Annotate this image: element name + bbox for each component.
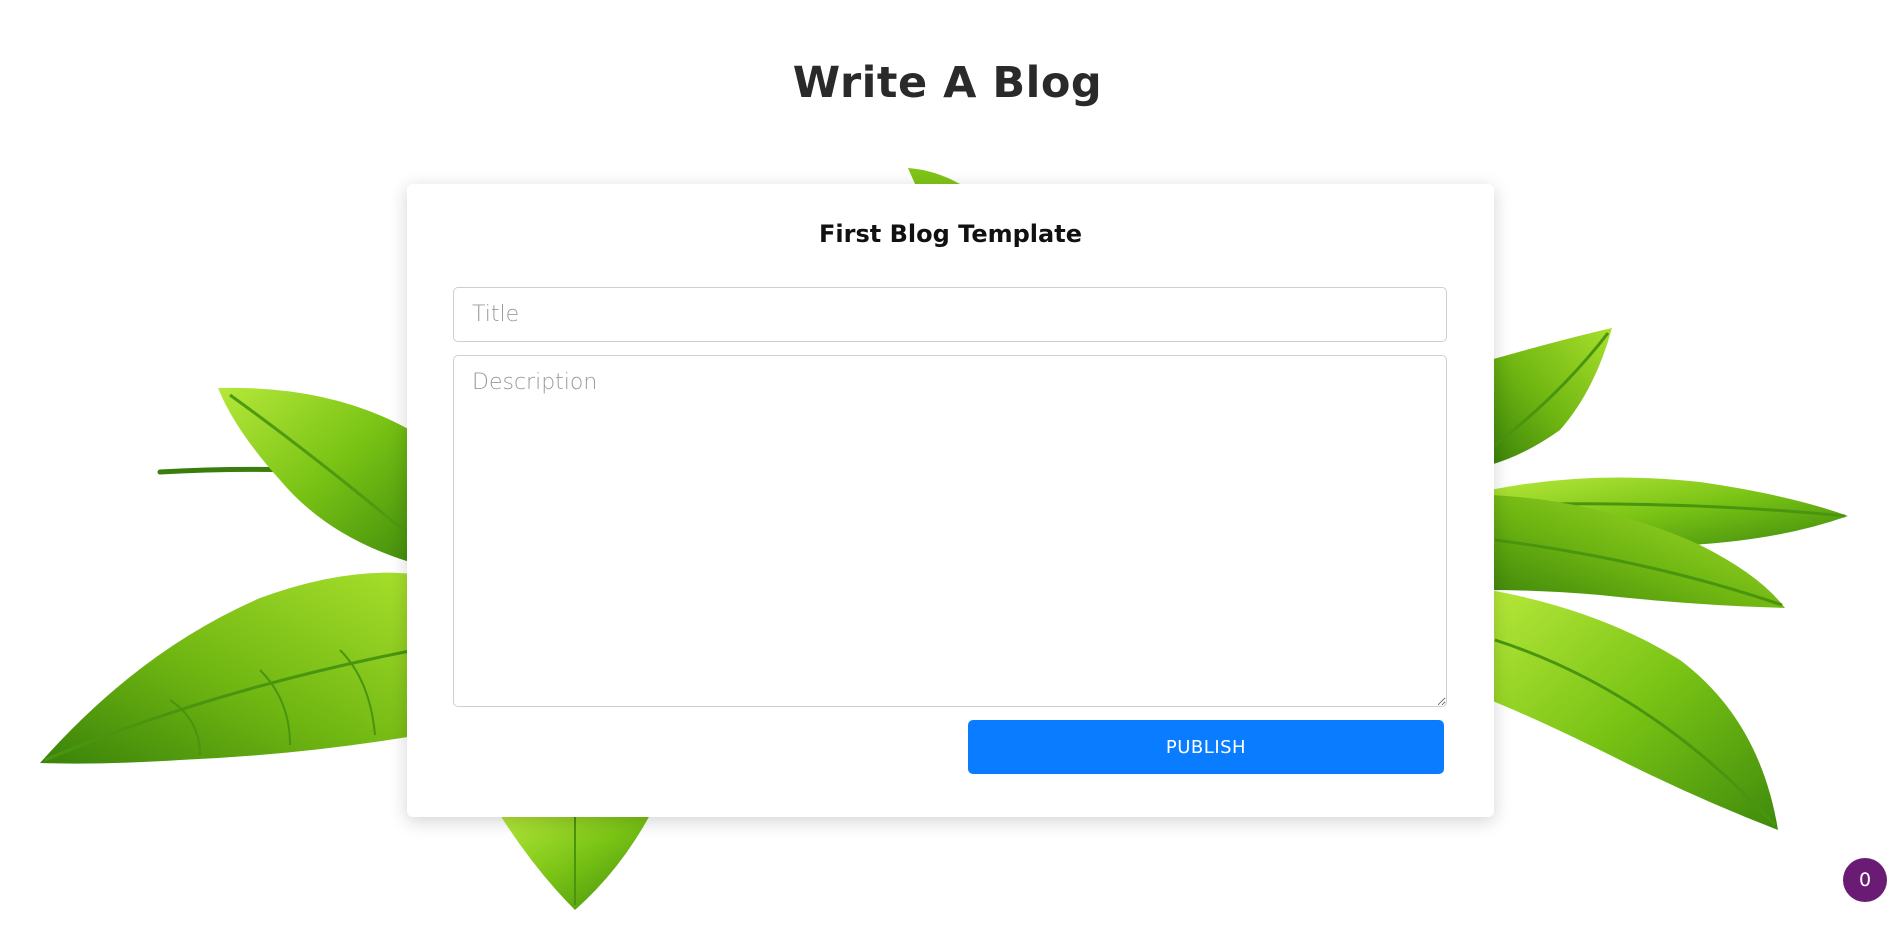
publish-button[interactable]: PUBLISH [968,720,1444,774]
form-heading: First Blog Template [819,220,1082,248]
counter-badge[interactable]: 0 [1843,858,1887,902]
title-input[interactable] [453,287,1447,342]
description-textarea[interactable] [453,355,1447,707]
blog-form-card: First Blog Template PUBLISH [407,184,1494,817]
blog-editor-page: Write A Blog First Blog Template Title D… [0,0,1895,933]
